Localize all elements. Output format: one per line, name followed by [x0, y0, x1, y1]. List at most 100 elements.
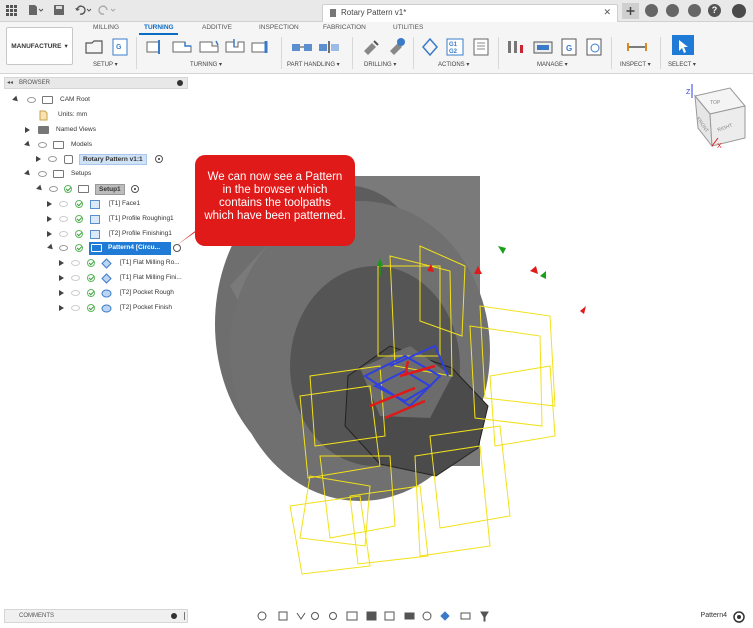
turning-groove-icon[interactable]: [224, 37, 246, 57]
group-actions[interactable]: ACTIONS ▾: [438, 61, 469, 68]
expand-icon[interactable]: [59, 275, 64, 281]
expand-icon[interactable]: [12, 95, 20, 104]
expand-icon[interactable]: [59, 260, 64, 266]
setup-sheet-icon[interactable]: [471, 37, 491, 57]
activate-radio[interactable]: [131, 185, 139, 193]
viewports-icon[interactable]: [384, 611, 395, 621]
group-drilling[interactable]: DRILLING ▾: [364, 61, 396, 68]
redo-icon[interactable]: [98, 4, 116, 18]
part-transfer-icon[interactable]: [290, 37, 314, 57]
drill-pattern-icon[interactable]: [386, 37, 408, 57]
drill-icon[interactable]: [360, 37, 382, 57]
app-grid-icon[interactable]: [5, 4, 19, 18]
tab-inspection[interactable]: INSPECTION: [259, 24, 299, 31]
visibility-eye-icon[interactable]: [59, 216, 68, 222]
select-icon[interactable]: [672, 35, 694, 55]
expand-icon[interactable]: [24, 169, 32, 178]
visibility-eye-icon[interactable]: [49, 186, 58, 192]
tree-item-operation[interactable]: [T2] Profile Finishing1: [4, 228, 188, 242]
user-avatar-icon[interactable]: [732, 4, 746, 18]
tree-item-operation[interactable]: [T2] Pocket Rough: [4, 287, 188, 301]
expand-icon[interactable]: [59, 290, 64, 296]
tab-utilities[interactable]: UTILITIES: [393, 24, 423, 31]
help-icon[interactable]: ?: [708, 4, 721, 17]
tree-item-operation[interactable]: [T1] Flat Milling Ro...: [4, 257, 188, 271]
template-library-icon[interactable]: [584, 37, 604, 57]
setup-folder-icon[interactable]: [84, 37, 104, 57]
expand-icon[interactable]: [59, 305, 64, 311]
group-inspect[interactable]: INSPECT ▾: [620, 61, 651, 68]
comments-panel[interactable]: COMMENTS: [4, 609, 188, 623]
job-status-icon[interactable]: [666, 4, 679, 17]
tree-item-named-views[interactable]: Named Views: [4, 124, 188, 138]
extensions-icon[interactable]: [645, 4, 658, 17]
record-icon[interactable]: [733, 611, 745, 623]
browser-options-icon[interactable]: [177, 80, 183, 86]
tab-fabrication[interactable]: FABRICATION: [323, 24, 366, 31]
group-turning[interactable]: TURNING ▾: [190, 61, 222, 68]
document-tab[interactable]: Rotary Pattern v1* ✕: [322, 4, 618, 22]
simulate-icon[interactable]: [420, 37, 440, 57]
tree-item-setup1[interactable]: Setup1: [4, 183, 188, 197]
filter-icon[interactable]: [480, 611, 489, 622]
expand-icon[interactable]: [47, 231, 52, 237]
tree-item-pattern4[interactable]: Pattern4 [Circu...: [4, 242, 188, 256]
expand-icon[interactable]: [47, 216, 52, 222]
visibility-eye-icon[interactable]: [71, 275, 80, 281]
measure-icon[interactable]: [626, 37, 648, 57]
tree-item-operation[interactable]: [T1] Face1: [4, 198, 188, 212]
tool-library-icon[interactable]: [505, 37, 527, 57]
group-manage[interactable]: MANAGE ▾: [537, 61, 568, 68]
tab-milling[interactable]: MILLING: [93, 24, 119, 31]
undo-icon[interactable]: [74, 4, 92, 18]
look-at-icon[interactable]: [278, 611, 288, 621]
visibility-eye-icon[interactable]: [71, 260, 80, 266]
comments-add-icon[interactable]: [171, 613, 177, 619]
turning-profile-roughing-icon[interactable]: [171, 37, 193, 57]
rotate-icon[interactable]: [422, 611, 432, 621]
tree-item-models[interactable]: Models: [4, 139, 188, 153]
effects-icon[interactable]: [404, 612, 415, 620]
expand-icon[interactable]: [24, 140, 32, 149]
browser-header[interactable]: ◂◂ BROWSER: [4, 77, 188, 89]
part-cutoff-icon[interactable]: [317, 37, 341, 57]
close-tab-icon[interactable]: ✕: [603, 7, 611, 18]
machine-library-icon[interactable]: [532, 37, 554, 57]
group-select[interactable]: SELECT ▾: [668, 61, 696, 68]
tree-item-setups[interactable]: Setups: [4, 168, 188, 182]
new-tab-button[interactable]: [622, 3, 639, 19]
activate-radio[interactable]: [155, 155, 163, 163]
tree-item-model-rotary-pattern[interactable]: Rotary Pattern v1:1: [4, 153, 188, 167]
visibility-eye-icon[interactable]: [38, 142, 47, 148]
tree-item-units[interactable]: Units: mm: [4, 109, 188, 123]
tree-item-operation[interactable]: [T1] Flat Milling Fini...: [4, 272, 188, 286]
display-settings-icon[interactable]: [346, 611, 358, 621]
tree-item-operation[interactable]: [T1] Profile Roughing1: [4, 213, 188, 227]
visibility-eye-icon[interactable]: [27, 97, 36, 103]
expand-icon[interactable]: [36, 156, 41, 162]
visibility-eye-icon[interactable]: [71, 305, 80, 311]
tree-item-operation[interactable]: [T2] Pocket Finish: [4, 302, 188, 316]
grid-settings-icon[interactable]: [366, 611, 377, 621]
file-menu-icon[interactable]: [28, 4, 44, 18]
turning-profile-finishing-icon[interactable]: [198, 37, 220, 57]
notifications-icon[interactable]: [688, 4, 701, 17]
tab-turning[interactable]: TURNING: [144, 24, 174, 31]
post-library-icon[interactable]: G: [559, 37, 579, 57]
visibility-eye-icon[interactable]: [71, 290, 80, 296]
pan-icon[interactable]: [296, 612, 306, 620]
group-part-handling[interactable]: PART HANDLING ▾: [287, 61, 340, 68]
post-process-icon[interactable]: G1G2: [445, 37, 465, 57]
turning-face-icon[interactable]: [145, 37, 167, 57]
expand-icon[interactable]: [25, 127, 30, 133]
visibility-eye-icon[interactable]: [59, 201, 68, 207]
visibility-eye-icon[interactable]: [59, 231, 68, 237]
zoom-window-icon[interactable]: [329, 612, 337, 620]
visibility-eye-icon[interactable]: [48, 156, 57, 162]
view-cube[interactable]: TOP FRONT RIGHT Z X: [686, 84, 746, 150]
group-setup[interactable]: SETUP ▾: [93, 61, 118, 68]
tab-additive[interactable]: ADDITIVE: [202, 24, 232, 31]
expand-icon[interactable]: [36, 184, 44, 193]
visibility-eye-icon[interactable]: [59, 245, 68, 251]
selection-filter-icon[interactable]: [440, 611, 450, 621]
